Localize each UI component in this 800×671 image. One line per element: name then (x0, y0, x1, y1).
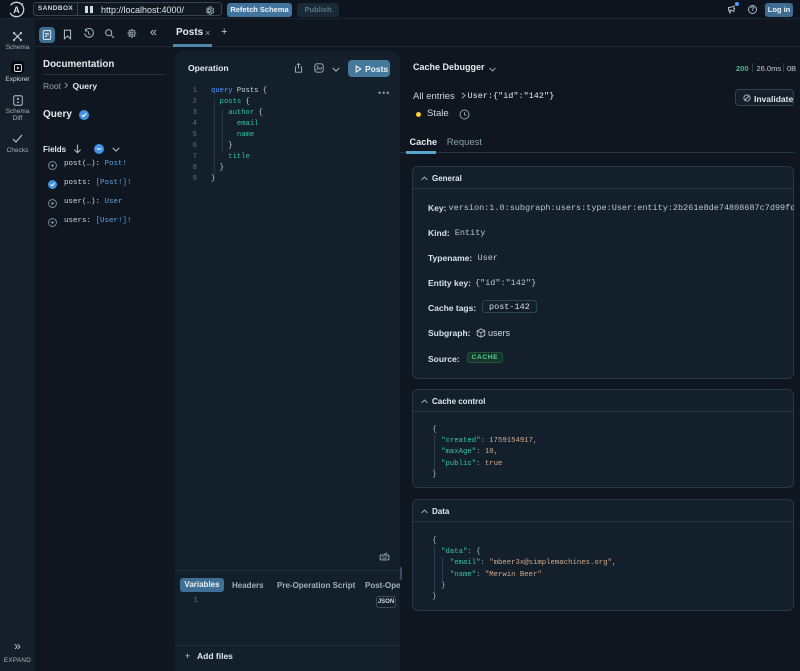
svg-text:A: A (13, 5, 20, 15)
